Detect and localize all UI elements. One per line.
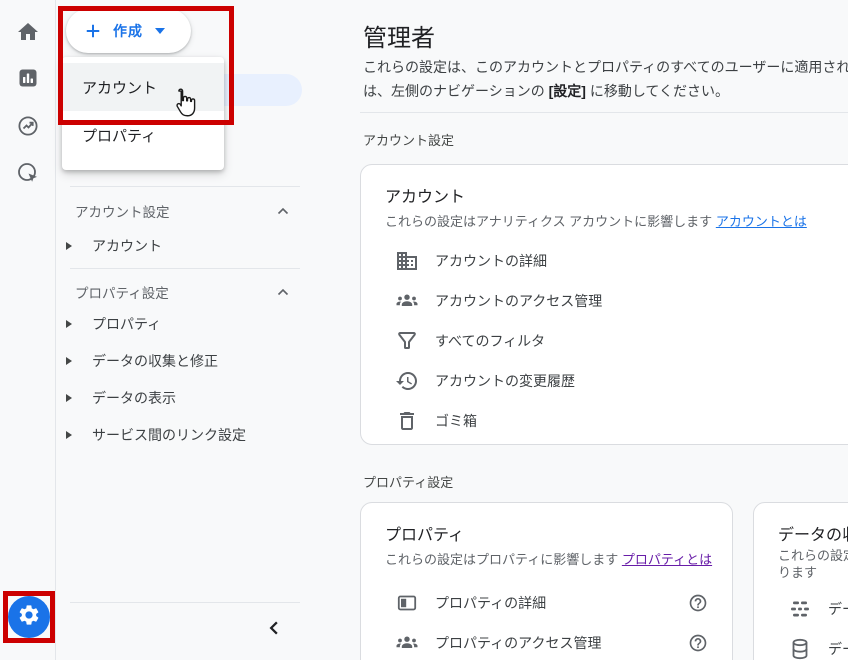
- nav-item-label: サービス間のリンク設定: [92, 425, 246, 445]
- nav-item-data-display[interactable]: データの表示: [66, 388, 176, 408]
- property-help-link[interactable]: プロパティとは: [622, 552, 712, 567]
- nav-item-product-links[interactable]: サービス間のリンク設定: [66, 425, 246, 445]
- intro-line-1: これらの設定は、このアカウントとプロパティのすべてのユーザーに適用され: [363, 55, 848, 79]
- chevron-down-icon: [155, 28, 165, 34]
- create-button[interactable]: 作成: [66, 9, 191, 53]
- divider: [70, 268, 300, 269]
- create-dropdown-menu: アカウント プロパティ: [62, 57, 224, 170]
- nav-item-label: データの収集と修正: [92, 351, 218, 371]
- page-title: 管理者: [363, 18, 435, 53]
- account-item-access[interactable]: アカウントのアクセス管理: [385, 281, 848, 321]
- ga4-admin-screen: 作成 アカウント プロパティ アカウント設定 アカウント プロパティ設定 プロパ…: [0, 0, 848, 660]
- chevron-up-icon: [277, 202, 289, 220]
- data-card-title: データの収集と修正: [778, 521, 848, 541]
- create-button-label: 作成: [113, 21, 143, 41]
- people-group-icon: [395, 289, 419, 313]
- property-item-access[interactable]: プロパティのアクセス管理: [385, 623, 708, 660]
- property-card-title: プロパティ: [385, 521, 708, 541]
- menu-item-account[interactable]: アカウント: [62, 63, 224, 111]
- property-card-description: これらの設定はプロパティに影響します プロパティとは: [385, 549, 708, 567]
- account-card-title: アカウント: [385, 183, 848, 203]
- account-card-description: これらの設定はアナリティクス アカウントに影響します アカウントとは: [385, 211, 848, 229]
- help-icon[interactable]: [688, 593, 708, 613]
- nav-item-label: プロパティ: [92, 314, 161, 334]
- building-icon: [395, 249, 419, 273]
- nav-item-property[interactable]: プロパティ: [66, 314, 161, 334]
- data-collection-card: データの収集と修正 これらの設定はデータの収集と修正に影響があ ります データ …: [753, 502, 848, 660]
- account-item-details[interactable]: アカウントの詳細: [385, 241, 848, 281]
- property-card: プロパティ これらの設定はプロパティに影響します プロパティとは プロパティの詳…: [360, 502, 733, 660]
- tree-arrow-icon: [66, 320, 72, 328]
- data-card-items: データ ストリーム データ収集: [778, 589, 848, 660]
- help-icon[interactable]: [688, 633, 708, 653]
- left-icon-rail: [0, 0, 56, 660]
- data-card-description-line2: ります: [778, 564, 848, 581]
- intro-line-2: は、左側のナビゲーションの [設定] に移動してください。: [363, 79, 848, 103]
- home-icon[interactable]: [16, 20, 40, 44]
- account-item-change-history[interactable]: アカウントの変更履歴: [385, 361, 848, 401]
- chevron-up-icon: [277, 283, 289, 301]
- nav-section-property-settings[interactable]: プロパティ設定: [75, 283, 289, 301]
- layout-icon: [395, 591, 419, 615]
- explore-icon[interactable]: [16, 114, 40, 138]
- people-group-icon: [395, 631, 419, 655]
- tree-arrow-icon: [66, 242, 72, 250]
- tree-arrow-icon: [66, 431, 72, 439]
- data-stream-icon: [788, 597, 812, 621]
- nav-item-data-collection[interactable]: データの収集と修正: [66, 351, 218, 371]
- divider: [70, 602, 300, 603]
- advertising-icon[interactable]: [16, 161, 40, 185]
- admin-gear-button[interactable]: [8, 596, 50, 638]
- data-item-collection[interactable]: データ収集: [778, 629, 848, 660]
- nav-section-label: アカウント設定: [75, 201, 170, 221]
- property-card-items: プロパティの詳細 プロパティのアクセス管理: [385, 583, 708, 660]
- reports-icon[interactable]: [16, 66, 40, 90]
- account-item-trash[interactable]: ゴミ箱: [385, 401, 848, 441]
- account-card: アカウント これらの設定はアナリティクス アカウントに影響します アカウントとは…: [360, 164, 848, 445]
- account-item-filters[interactable]: すべてのフィルタ: [385, 321, 848, 361]
- account-card-items: アカウントの詳細 アカウントのアクセス管理 すべてのフィルタ アカウントの変更履…: [385, 241, 848, 441]
- nav-section-account-settings[interactable]: アカウント設定: [75, 202, 289, 220]
- data-item-streams[interactable]: データ ストリーム: [778, 589, 848, 629]
- property-settings-section-label: プロパティ設定: [363, 472, 453, 491]
- nav-item-account[interactable]: アカウント: [66, 236, 162, 256]
- menu-item-property[interactable]: プロパティ: [62, 111, 224, 159]
- collapse-drawer-button[interactable]: [266, 620, 282, 636]
- divider: [360, 112, 848, 113]
- gear-icon: [17, 603, 41, 632]
- intro-text: これらの設定は、このアカウントとプロパティのすべてのユーザーに適用され は、左側…: [363, 55, 848, 103]
- tree-arrow-icon: [66, 357, 72, 365]
- divider: [70, 186, 300, 187]
- nav-item-label: アカウント: [92, 236, 162, 256]
- property-item-details[interactable]: プロパティの詳細: [385, 583, 708, 623]
- history-icon: [395, 369, 419, 393]
- tree-arrow-icon: [66, 394, 72, 402]
- settings-bold: [設定]: [549, 83, 586, 99]
- nav-section-label: プロパティ設定: [75, 282, 169, 302]
- nav-item-label: データの表示: [92, 388, 176, 408]
- trash-icon: [395, 409, 419, 433]
- account-help-link[interactable]: アカウントとは: [716, 214, 807, 229]
- plus-icon: [83, 21, 103, 41]
- database-icon: [788, 637, 812, 660]
- data-card-description-line1: これらの設定はデータの収集と修正に影響があ: [778, 547, 848, 564]
- account-settings-section-label: アカウント設定: [363, 130, 454, 149]
- filter-icon: [395, 329, 419, 353]
